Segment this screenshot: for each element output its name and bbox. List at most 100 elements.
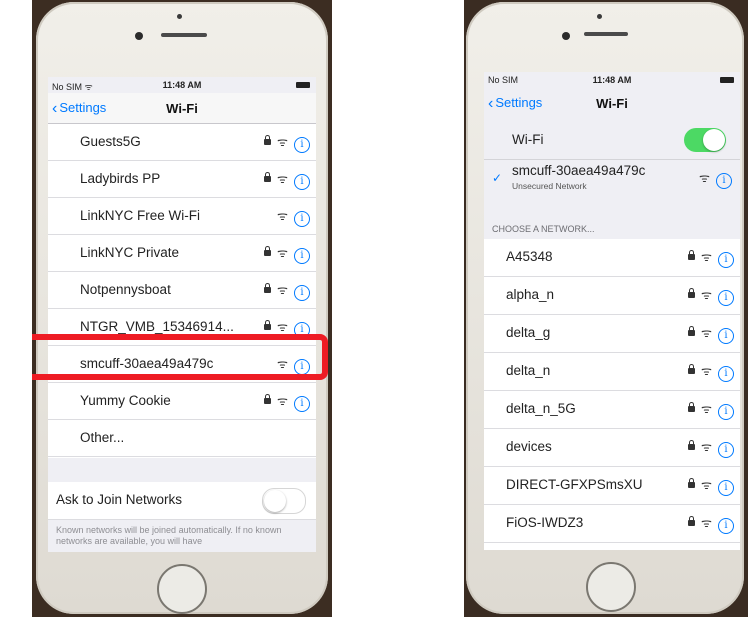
info-icon[interactable]: i — [294, 285, 310, 301]
right-phone-body: No SIM 11:48 AM ‹ Settings Wi-Fi Wi-Fi ✓ … — [466, 2, 744, 614]
row-icons: ᯤi — [688, 438, 734, 458]
row-icons: ᯤi — [688, 362, 734, 382]
row-icons: ᯤi — [699, 169, 732, 189]
network-name: Guests5G — [80, 134, 141, 149]
row-icons: ᯤi — [264, 281, 310, 301]
wifi-icon: ᯤ — [277, 172, 288, 186]
info-icon[interactable]: i — [294, 137, 310, 153]
network-name: delta_g — [506, 325, 551, 340]
info-icon[interactable]: i — [718, 442, 734, 458]
lock-icon — [688, 402, 696, 412]
info-icon[interactable]: i — [718, 518, 734, 534]
lock-icon — [688, 478, 696, 488]
wifi-toggle[interactable] — [684, 128, 726, 152]
wifi-icon: ᯤ — [277, 246, 288, 260]
info-icon[interactable]: i — [294, 211, 310, 227]
network-row[interactable]: devices ᯤ i — [484, 429, 740, 467]
wifi-icon: ᯤ — [277, 394, 288, 408]
lock-icon — [688, 364, 696, 374]
info-icon[interactable]: i — [718, 366, 734, 382]
status-bar: No SIM ᯤ 11:48 AM — [48, 77, 316, 93]
wifi-icon: ᯤ — [701, 364, 712, 378]
row-icons: ᯤi — [264, 133, 310, 153]
lock-icon — [264, 394, 272, 404]
row-icons: ᯤi — [688, 324, 734, 344]
wifi-icon: ᯤ — [701, 440, 712, 454]
home-button[interactable] — [157, 564, 207, 614]
network-name: delta_n_5G — [506, 401, 576, 416]
front-sensor — [597, 14, 602, 19]
wifi-toggle-label: Wi-Fi — [512, 132, 544, 147]
lock-icon — [264, 320, 272, 330]
info-icon[interactable]: i — [718, 328, 734, 344]
row-icons: ᯤi — [688, 248, 734, 268]
network-row[interactable]: A45348 ᯤ i — [484, 239, 740, 277]
wifi-icon: ᯤ — [701, 288, 712, 302]
navigation-bar: ‹ Settings Wi-Fi — [484, 88, 740, 118]
network-row[interactable]: Other... — [48, 420, 316, 457]
front-camera-icon — [562, 32, 570, 40]
status-bar: No SIM 11:48 AM — [484, 72, 740, 88]
earpiece-speaker — [161, 33, 207, 37]
battery-icon — [296, 82, 310, 88]
network-row[interactable]: FiOS-IWDZ3 ᯤ i — [484, 505, 740, 543]
network-name: LinkNYC Free Wi-Fi — [80, 208, 201, 223]
section-header: CHOOSE A NETWORK... — [492, 224, 595, 234]
wifi-icon: ᯤ — [701, 516, 712, 530]
info-icon[interactable]: i — [294, 396, 310, 412]
home-button[interactable] — [586, 562, 636, 612]
earpiece-speaker — [584, 32, 628, 36]
ask-to-join-row: Ask to Join Networks — [48, 482, 316, 520]
connected-network-row[interactable]: ✓ smcuff-30aea49a479c Unsecured Network … — [484, 159, 740, 196]
row-icons: ᯤi — [264, 392, 310, 412]
network-name: alpha_n — [506, 287, 555, 302]
battery-icon — [720, 77, 734, 83]
ask-to-join-footnote: Known networks will be joined automatica… — [56, 525, 282, 546]
network-name: NTGR_VMB_15346914... — [80, 319, 234, 334]
checkmark-icon: ✓ — [492, 171, 503, 185]
wifi-icon: ᯤ — [701, 402, 712, 416]
page-title: Wi-Fi — [166, 101, 198, 116]
info-icon[interactable]: i — [718, 290, 734, 306]
ask-to-join-toggle[interactable] — [262, 488, 306, 514]
lock-icon — [688, 516, 696, 526]
left-screen: No SIM ᯤ 11:48 AM ‹ Settings Wi-Fi Guests… — [48, 77, 316, 552]
network-name: LinkNYC Private — [80, 245, 180, 260]
lock-icon — [264, 172, 272, 182]
network-name: devices — [506, 439, 552, 454]
wifi-toggle-section: Wi-Fi ✓ smcuff-30aea49a479c Unsecured Ne… — [484, 122, 740, 196]
network-row[interactable]: delta_n ᯤ i — [484, 353, 740, 391]
network-name: Ladybirds PP — [80, 171, 161, 186]
wifi-icon: ᯤ — [701, 250, 712, 264]
wifi-icon: ᯤ — [277, 283, 288, 297]
info-icon[interactable]: i — [718, 480, 734, 496]
network-row[interactable]: Ladybirds PP ᯤ i — [48, 161, 316, 198]
lock-icon — [688, 326, 696, 336]
row-icons: ᯤi — [277, 207, 310, 227]
network-row[interactable]: Yummy Cookie ᯤ i — [48, 383, 316, 420]
network-row[interactable]: DIRECT-GFXPSmsXU ᯤ i — [484, 467, 740, 505]
info-icon[interactable]: i — [294, 248, 310, 264]
network-row[interactable]: LinkNYC Free Wi-Fi ᯤ i — [48, 198, 316, 235]
network-row[interactable]: delta_n_5G ᯤ i — [484, 391, 740, 429]
ask-to-join-label: Ask to Join Networks — [56, 492, 183, 507]
network-row[interactable]: Guests5G ᯤ i — [48, 124, 316, 161]
info-icon[interactable]: i — [718, 252, 734, 268]
network-name: Other... — [80, 430, 125, 445]
lock-icon — [264, 283, 272, 293]
front-sensor — [177, 14, 182, 19]
network-row[interactable]: Notpennysboat ᯤ i — [48, 272, 316, 309]
info-icon[interactable]: i — [716, 173, 732, 189]
row-icons: ᯤi — [688, 514, 734, 534]
wifi-icon: ᯤ — [699, 171, 710, 185]
lock-icon — [264, 135, 272, 145]
wifi-icon: ᯤ — [701, 326, 712, 340]
network-name: FiOS-IWDZ3 — [506, 515, 584, 530]
info-icon[interactable]: i — [294, 174, 310, 190]
status-time: 11:48 AM — [162, 80, 202, 90]
network-name: DIRECT-GFXPSmsXU — [506, 477, 643, 492]
info-icon[interactable]: i — [718, 404, 734, 420]
network-row[interactable]: alpha_n ᯤ i — [484, 277, 740, 315]
network-row[interactable]: LinkNYC Private ᯤ i — [48, 235, 316, 272]
network-row[interactable]: delta_g ᯤ i — [484, 315, 740, 353]
